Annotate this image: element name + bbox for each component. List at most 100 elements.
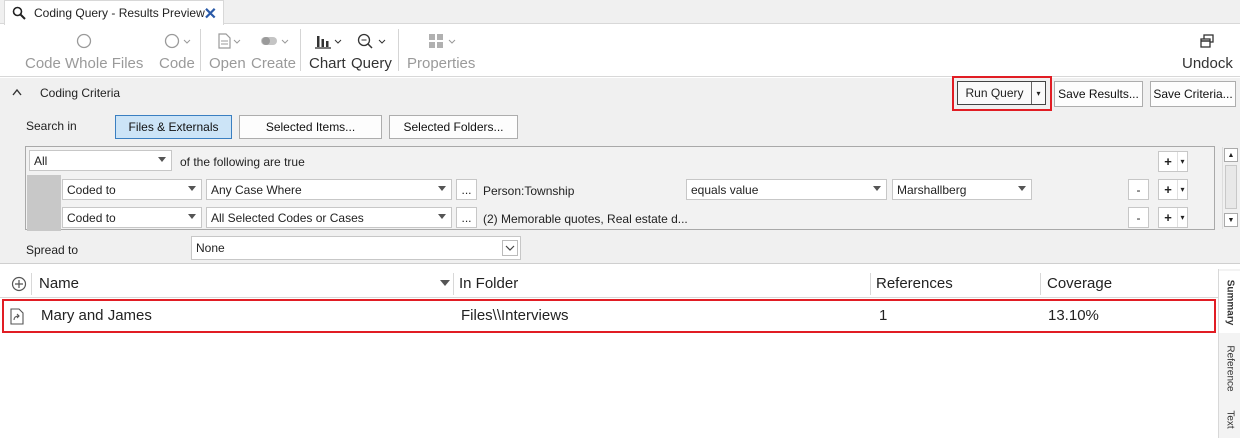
row-gutter <box>27 175 61 231</box>
coding-criteria-header[interactable]: Coding Criteria <box>12 86 120 100</box>
column-header-folder[interactable]: In Folder <box>459 275 518 292</box>
chevron-up-icon[interactable] <box>12 87 26 99</box>
tab-text[interactable]: Text <box>1219 403 1240 435</box>
criteria-type-dropdown[interactable]: Coded to <box>62 207 202 228</box>
ribbon-separator <box>200 29 201 71</box>
query-button[interactable]: Query <box>351 31 392 72</box>
operator-dropdown[interactable]: equals value <box>686 179 887 200</box>
chevron-down-icon <box>188 214 196 219</box>
criteria-scrollbar[interactable]: ▲ ▼ <box>1222 147 1239 229</box>
remove-condition-button[interactable]: - <box>1128 207 1149 228</box>
chevron-down-icon[interactable] <box>502 240 518 256</box>
section-title: Coding Criteria <box>40 86 121 100</box>
remove-condition-button[interactable]: - <box>1128 179 1149 200</box>
add-column-icon[interactable] <box>11 276 27 296</box>
dropdown-arrow-icon[interactable]: ▾ <box>1178 208 1187 227</box>
undock-button[interactable]: Undock <box>1182 31 1233 72</box>
document-tab-bar: Coding Query - Results Preview ✕ <box>0 0 1240 25</box>
column-header-name[interactable]: Name <box>39 275 79 292</box>
tab-reference-label: Reference <box>1224 344 1236 392</box>
properties-label: Properties <box>407 55 476 72</box>
save-criteria-button[interactable]: Save Criteria... <box>1150 81 1236 107</box>
search-in-label: Search in <box>26 119 77 133</box>
create-button[interactable]: Create <box>251 31 296 72</box>
code-button[interactable]: Code <box>159 31 195 72</box>
column-divider <box>31 273 32 295</box>
code-label: Code <box>159 55 195 72</box>
plus-icon: + <box>1159 152 1178 171</box>
tab-title: Coding Query - Results Preview <box>34 6 205 20</box>
bar-chart-icon <box>312 31 342 51</box>
value-text: Marshallberg <box>897 182 967 197</box>
add-condition-button[interactable]: + ▾ <box>1158 179 1188 200</box>
create-label: Create <box>251 55 297 72</box>
scroll-up-icon[interactable]: ▲ <box>1224 148 1238 162</box>
value-dropdown[interactable]: Marshallberg <box>892 179 1032 200</box>
code-whole-files-label: Code Whole Files <box>25 55 144 72</box>
chevron-down-icon <box>158 157 166 162</box>
criteria-scope-value: All Selected Codes or Cases <box>211 210 364 225</box>
sort-descending-icon[interactable] <box>440 280 450 286</box>
open-button[interactable]: Open <box>209 31 246 72</box>
spread-to-label: Spread to <box>26 243 79 257</box>
undock-label: Undock <box>1182 55 1233 72</box>
dropdown-arrow-icon[interactable]: ▾ <box>1032 82 1045 104</box>
result-row-highlight <box>2 299 1216 333</box>
selected-items-button[interactable]: Selected Items... <box>239 115 382 139</box>
plus-icon: + <box>1159 180 1178 199</box>
close-tab-icon[interactable]: ✕ <box>204 4 217 24</box>
criteria-scope-dropdown[interactable]: All Selected Codes or Cases <box>206 207 452 228</box>
open-label: Open <box>209 55 246 72</box>
selected-folders-button[interactable]: Selected Folders... <box>389 115 518 139</box>
add-condition-button[interactable]: + ▾ <box>1158 207 1188 228</box>
chart-button[interactable]: Chart <box>309 31 346 72</box>
tab-summary-label: Summary <box>1224 279 1236 325</box>
tab-text-label: Text <box>1224 409 1236 429</box>
undock-window-icon <box>1199 31 1215 51</box>
circle-dropdown-icon <box>163 31 191 51</box>
criteria-scope-dropdown[interactable]: Any Case Where <box>206 179 452 200</box>
properties-grid-icon <box>426 31 456 51</box>
criteria-scope-value: Any Case Where <box>211 182 302 197</box>
operator-value: equals value <box>691 182 759 197</box>
coding-criteria-panel: Coding Criteria Search in Files & Extern… <box>0 78 1240 264</box>
circle-icon <box>76 31 92 51</box>
chevron-down-icon <box>1018 186 1026 191</box>
spread-to-dropdown[interactable]: None <box>191 236 521 260</box>
match-text: of the following are true <box>180 155 305 169</box>
save-results-button[interactable]: Save Results... <box>1054 81 1143 107</box>
browse-button[interactable]: ... <box>456 207 477 228</box>
document-icon <box>213 31 241 51</box>
spread-to-value: None <box>196 241 225 255</box>
run-query-button[interactable]: Run Query ▾ <box>957 81 1046 105</box>
criteria-type-value: Coded to <box>67 210 116 225</box>
files-externals-button[interactable]: Files & Externals <box>115 115 232 139</box>
chevron-down-icon <box>438 186 446 191</box>
side-tabs: Summary Reference Text <box>1218 269 1240 438</box>
tab-reference[interactable]: Reference <box>1219 335 1240 401</box>
toggle-icon <box>259 31 289 51</box>
scroll-thumb[interactable] <box>1225 165 1237 209</box>
column-header-coverage[interactable]: Coverage <box>1047 275 1112 292</box>
add-condition-button[interactable]: + ▾ <box>1158 151 1188 172</box>
results-list: Name In Folder References Coverage Mary … <box>0 269 1240 438</box>
plus-icon: + <box>1159 208 1178 227</box>
browse-button[interactable]: ... <box>456 179 477 200</box>
dropdown-arrow-icon[interactable]: ▾ <box>1178 180 1187 199</box>
chevron-down-icon <box>438 214 446 219</box>
dropdown-arrow-icon[interactable]: ▾ <box>1178 152 1187 171</box>
document-tab[interactable]: Coding Query - Results Preview ✕ <box>4 0 224 25</box>
ribbon-separator <box>300 29 301 71</box>
criteria-detail-text: (2) Memorable quotes, Real estate d... <box>483 212 688 226</box>
column-header-references[interactable]: References <box>876 275 953 292</box>
column-divider <box>453 273 454 295</box>
column-divider <box>1040 273 1041 295</box>
run-query-label: Run Query <box>958 82 1032 104</box>
tab-summary[interactable]: Summary <box>1219 271 1240 333</box>
scroll-down-icon[interactable]: ▼ <box>1224 213 1238 227</box>
chevron-down-icon <box>873 186 881 191</box>
properties-button[interactable]: Properties <box>407 31 475 72</box>
match-mode-dropdown[interactable]: All <box>29 150 172 171</box>
code-whole-files-button[interactable]: Code Whole Files <box>25 31 143 72</box>
criteria-type-dropdown[interactable]: Coded to <box>62 179 202 200</box>
